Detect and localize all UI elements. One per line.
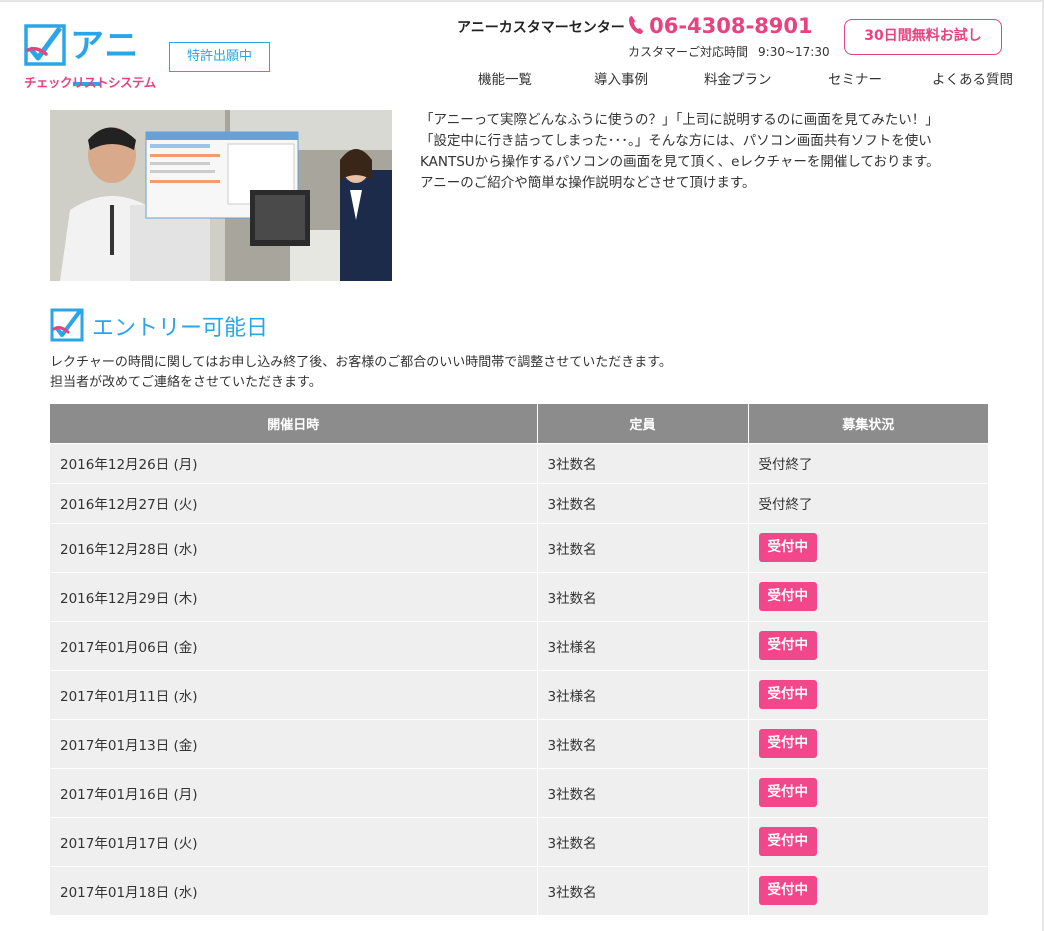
section-title: エントリー可能日 [92,316,269,341]
table-row: 2017年01月18日 (水) 3社数名 受付中 [50,865,988,915]
patent-pending-badge: 特許出願中 [169,42,270,72]
table-row: 2017年01月11日 (水) 3社様名 受付中 [50,669,988,719]
row-date: 2016年12月29日 (木) [50,571,538,621]
row-capacity: 3社数名 [537,816,749,866]
checkbox-heading-icon [50,308,84,342]
accepting-badge-button[interactable]: 受付中 [758,778,817,807]
description-line: レクチャーの時間に関してはお申し込み終了後、お客様のご都合のいい時間帯で調整させ… [50,355,672,370]
row-date: 2017年01月06日 (金) [50,620,538,670]
row-date: 2017年01月16日 (月) [50,767,538,817]
intro-line: 「設定中に行き詰ってしまった･･･。」そんな方には、パソコン画面共有ソフトを使い [420,133,932,149]
row-date: 2017年01月11日 (水) [50,669,538,719]
row-capacity: 3社数名 [537,865,749,915]
table-row: 2016年12月29日 (木) 3社数名 受付中 [50,571,988,621]
nav-item-features[interactable]: 機能一覧 [478,68,532,88]
row-status-cell: 受付中 [748,669,988,719]
row-capacity: 3社数名 [537,767,749,817]
row-status-cell: 受付中 [748,767,988,817]
accepting-badge-button[interactable]: 受付中 [758,827,817,856]
row-date: 2016年12月27日 (火) [50,482,538,523]
row-capacity: 3社様名 [537,620,749,670]
intro-line: KANTSUから操作するパソコンの画面を見て頂く、eレクチャーを開催しております… [420,154,940,170]
lecture-photo [50,110,392,281]
row-status-cell: 受付中 [748,522,988,572]
accepting-badge-button[interactable]: 受付中 [758,631,817,660]
row-date: 2017年01月13日 (金) [50,718,538,768]
row-status-cell: 受付中 [748,816,988,866]
intro-text: 「アニーって実際どんなふうに使うの？」「上司に説明するのに画面を見てみたい！」 … [420,110,1000,194]
row-status-cell: 受付終了 [748,482,988,523]
table-row: 2017年01月16日 (月) 3社数名 受付中 [50,767,988,817]
accepting-badge-button[interactable]: 受付中 [758,680,817,709]
row-status-cell: 受付中 [748,865,988,915]
nav-item-case-studies[interactable]: 導入事例 [594,68,648,88]
intro-line: 「アニーって実際どんなふうに使うの？」「上司に説明するのに画面を見てみたい！」 [420,112,939,128]
column-header-capacity: 定員 [537,404,749,443]
table-row: 2016年12月26日 (月) 3社数名 受付終了 [50,442,988,483]
top-border [0,0,1044,2]
accepting-badge-button[interactable]: 受付中 [758,582,817,611]
row-date: 2017年01月18日 (水) [50,865,538,915]
phone-icon [629,16,643,34]
nav-item-pricing[interactable]: 料金プラン [704,68,772,88]
site-logo[interactable]: アニー チェックリストシステム [24,24,156,106]
section-description: レクチャーの時間に関してはお申し込み終了後、お客様のご都合のいい時間帯で調整させ… [50,353,672,393]
nav-item-seminar[interactable]: セミナー [828,68,882,88]
customer-center-label: アニーカスタマーセンター [457,20,625,36]
table-row: 2016年12月27日 (火) 3社数名 受付終了 [50,482,988,523]
row-status-cell: 受付終了 [748,442,988,483]
logo-subtitle: チェックリストシステム [24,75,156,90]
column-header-date: 開催日時 [50,404,538,443]
support-hours: カスタマーご対応時間 9:30~17:30 [628,43,830,60]
row-capacity: 3社様名 [537,669,749,719]
accepting-badge-button[interactable]: 受付中 [758,533,817,562]
hours-label: カスタマーご対応時間 [628,45,749,59]
phone-number-link[interactable]: 06-4308-8901 [628,14,813,38]
table-row: 2017年01月06日 (金) 3社様名 受付中 [50,620,988,670]
logo-name: アニー [70,26,140,106]
row-date: 2016年12月26日 (月) [50,442,538,483]
hours-value: 9:30~17:30 [758,45,830,59]
row-capacity: 3社数名 [537,482,749,523]
row-date: 2016年12月28日 (水) [50,522,538,572]
column-header-status: 募集状況 [748,404,988,443]
description-line: 担当者が改めてご連絡をさせていただきます。 [50,375,322,390]
free-trial-button[interactable]: 30日間無料お試し [844,19,1002,55]
table-row: 2016年12月28日 (水) 3社数名 受付中 [50,522,988,572]
table-row: 2017年01月17日 (火) 3社数名 受付中 [50,816,988,866]
row-capacity: 3社数名 [537,571,749,621]
row-date: 2017年01月17日 (火) [50,816,538,866]
checkbox-logo-icon [24,24,66,66]
row-status-cell: 受付中 [748,620,988,670]
closed-status: 受付終了 [758,497,813,513]
intro-line: アニーのご紹介や簡単な操作説明などさせて頂けます。 [420,175,756,191]
accepting-badge-button[interactable]: 受付中 [758,729,817,758]
row-capacity: 3社数名 [537,522,749,572]
phone-number: 06-4308-8901 [649,14,813,38]
table-row: 2017年01月13日 (金) 3社数名 受付中 [50,718,988,768]
entry-dates-table: 開催日時 定員 募集状況 2016年12月26日 (月) 3社数名 受付終了 2016… [50,404,988,915]
row-capacity: 3社数名 [537,718,749,768]
row-status-cell: 受付中 [748,571,988,621]
row-capacity: 3社数名 [537,442,749,483]
accepting-badge-button[interactable]: 受付中 [758,876,817,906]
closed-status: 受付終了 [758,457,813,473]
row-status-cell: 受付中 [748,718,988,768]
nav-item-faq[interactable]: よくある質問 [932,68,1013,88]
